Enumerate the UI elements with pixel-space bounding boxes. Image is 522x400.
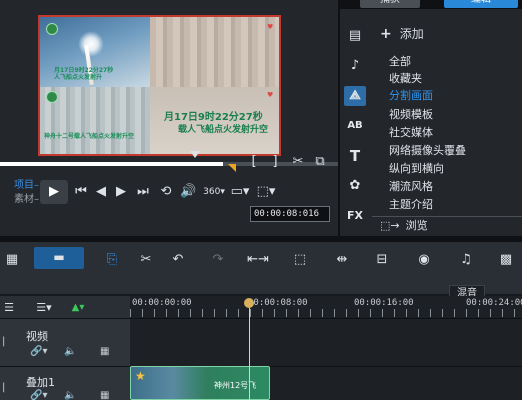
- media-icon[interactable]: ▤: [344, 26, 366, 46]
- ruler-label: 00:00:16:00: [354, 298, 414, 308]
- caption-bottom-left: 神舟十二号载人飞船点火发射升空: [44, 133, 135, 140]
- heart-icon: ♥: [267, 23, 274, 31]
- scrubber-progress[interactable]: [0, 162, 223, 166]
- caption-large-line2: 载人飞船点火发射升空: [178, 125, 269, 135]
- redo-icon[interactable]: ↷: [206, 250, 230, 270]
- fit-project-icon[interactable]: ⇤⇥: [246, 250, 270, 270]
- heart-icon: ♥: [267, 91, 274, 99]
- link-icon[interactable]: 🔗▾: [30, 390, 47, 400]
- next-frame-icon[interactable]: ▶: [114, 184, 128, 200]
- library-item[interactable]: 全部: [389, 55, 411, 69]
- playhead[interactable]: [249, 306, 250, 400]
- mode-clip-label[interactable]: 素材–: [14, 194, 39, 206]
- library-item[interactable]: 社交媒体: [389, 126, 433, 140]
- title-icon[interactable]: AB: [344, 116, 366, 136]
- track-manager-icon[interactable]: ☰: [2, 300, 16, 316]
- enlarge-preview-icon[interactable]: ⬚▾: [256, 184, 276, 200]
- music-icon[interactable]: ▩: [494, 250, 518, 270]
- library-item[interactable]: 收藏夹: [389, 72, 422, 86]
- logo-badge-icon: [46, 23, 58, 35]
- tools-icon[interactable]: ✂: [134, 250, 158, 270]
- ruler-label: 00:00:24:00: [466, 298, 522, 308]
- split-pane-bottom-left: 神舟十二号载人飞船点火发射升空: [40, 87, 150, 154]
- library-item[interactable]: 网络摄像头覆叠: [389, 144, 466, 158]
- tab-edit[interactable]: 编辑: [444, 0, 518, 8]
- sun-flare: [78, 31, 104, 57]
- browse-icon: ⬚→: [380, 219, 400, 232]
- undo-icon[interactable]: ↶: [166, 250, 190, 270]
- split-pane-top-left: 月17日9时22分27秒 人飞船点火发射升: [40, 17, 150, 87]
- split-pane-top-right: ♥: [150, 17, 279, 87]
- mark-out-button[interactable]: ]: [268, 154, 282, 170]
- add-button[interactable]: + 添加: [380, 26, 424, 42]
- track-name-video: 视频: [26, 330, 48, 343]
- sound-mixer-icon[interactable]: ♫: [454, 250, 478, 270]
- track-headers: [0, 318, 130, 400]
- fx-icon[interactable]: FX: [344, 206, 366, 226]
- track-name-overlay: 叠加1: [26, 376, 55, 389]
- scrubber-marker-icon[interactable]: [190, 151, 200, 158]
- plus-icon: +: [380, 26, 392, 42]
- go-to-start-icon[interactable]: ⏮: [74, 184, 88, 200]
- go-to-end-icon[interactable]: ⏭: [136, 184, 150, 200]
- mute-icon[interactable]: 🔈: [64, 346, 76, 357]
- previous-frame-icon[interactable]: ◀: [94, 184, 108, 200]
- play-icon[interactable]: ▶: [40, 180, 68, 204]
- caption-top-left: 月17日9时22分27秒 人飞船点火发射升: [54, 67, 114, 81]
- mute-icon[interactable]: 🔈: [64, 390, 76, 400]
- timeline-view-icon[interactable]: ▬: [34, 247, 84, 269]
- track-expand-icon[interactable]: |: [2, 382, 5, 393]
- transition-icon[interactable]: ⟁: [344, 86, 366, 106]
- divider: [372, 216, 522, 217]
- text-icon[interactable]: T: [344, 146, 366, 166]
- timecode-display[interactable]: 00:00:08:016: [250, 206, 330, 222]
- mode-project-label[interactable]: 项目–: [14, 180, 39, 192]
- audio-icon[interactable]: ♪: [344, 56, 366, 76]
- trim-icon[interactable]: ⊟: [370, 250, 394, 270]
- ruler-label: 00:00:08:00: [248, 298, 308, 308]
- graphics-icon[interactable]: ✿: [344, 176, 366, 196]
- track-expand-icon[interactable]: |: [2, 336, 5, 347]
- record-icon[interactable]: ◉: [412, 250, 436, 270]
- aspect-ratio-icon[interactable]: ▭▾: [230, 184, 250, 200]
- browse-button[interactable]: ⬚→ 浏览: [380, 219, 428, 233]
- project-files-icon[interactable]: ⎘: [100, 250, 124, 270]
- scissors-icon[interactable]: ✂: [290, 154, 306, 170]
- copy-icon[interactable]: ⧉: [312, 154, 328, 170]
- library-item[interactable]: 潮流风格: [389, 180, 433, 194]
- 360-view-icon[interactable]: 360▾: [203, 184, 225, 200]
- track-visibility-icon[interactable]: ▦: [100, 390, 109, 400]
- library-item[interactable]: 纵向到横向: [389, 162, 444, 176]
- storyboard-view-icon[interactable]: ▦: [2, 250, 22, 270]
- add-track-icon[interactable]: ▲▾: [70, 300, 86, 316]
- divider: [0, 318, 522, 319]
- volume-icon[interactable]: 🔊: [180, 184, 196, 200]
- caption-large-line1: 月17日9时22分27秒: [164, 112, 263, 123]
- link-icon[interactable]: 🔗▾: [30, 346, 47, 357]
- ripple-edit-icon[interactable]: ⇹: [330, 250, 354, 270]
- library-item-selected[interactable]: 分割画面: [389, 89, 433, 103]
- track-visibility-icon[interactable]: ▦: [100, 346, 109, 357]
- track-header-toolbar: [0, 296, 130, 318]
- library-item[interactable]: 视频模板: [389, 108, 433, 122]
- insert-track-icon[interactable]: ☰▾: [36, 300, 52, 316]
- mark-in-button[interactable]: [: [247, 154, 261, 170]
- ruler-ticks: [130, 309, 522, 317]
- playhead-handle-icon[interactable]: [244, 298, 254, 308]
- logo-badge-icon: [46, 91, 58, 103]
- preview-window[interactable]: 月17日9时22分27秒 人飞船点火发射升 ♥ 神舟十二号载人飞船点火发射升空 …: [38, 15, 281, 156]
- library-item[interactable]: 主题介绍: [389, 198, 433, 212]
- repeat-icon[interactable]: ⟲: [158, 184, 174, 200]
- auto-scroll-icon[interactable]: ⬚: [288, 250, 312, 270]
- tab-capture[interactable]: 捕获: [360, 0, 420, 8]
- star-icon: ★: [135, 369, 146, 383]
- ruler-label: 00:00:00:00: [132, 298, 192, 308]
